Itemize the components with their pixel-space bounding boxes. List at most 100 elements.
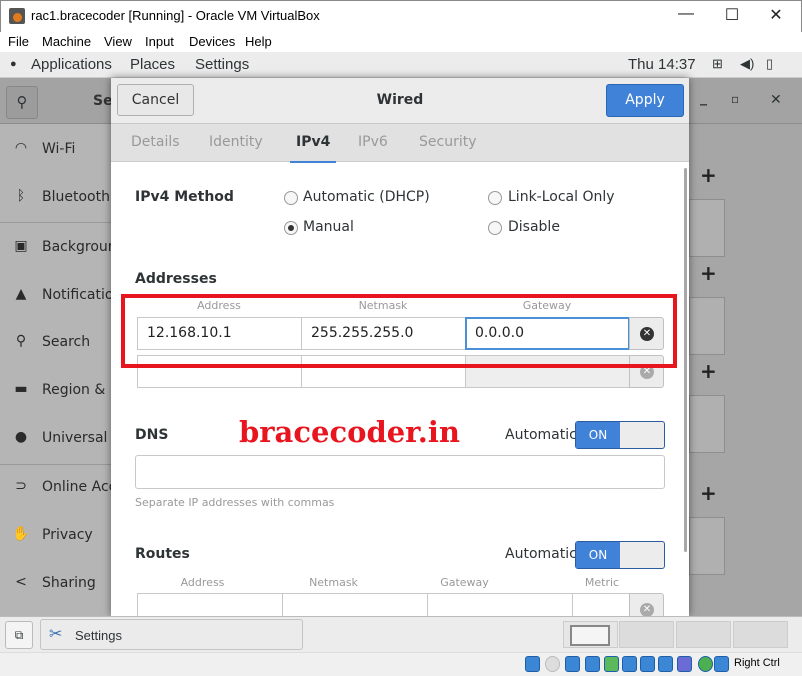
- places-menu[interactable]: Places: [130, 56, 175, 73]
- background-panel: [689, 395, 725, 453]
- show-desktop-button[interactable]: ⧉: [5, 621, 33, 649]
- menu-input[interactable]: Input: [145, 34, 174, 49]
- optical-drive-icon[interactable]: [545, 656, 560, 672]
- dns-hint: Separate IP addresses with commas: [135, 496, 335, 509]
- virtualization-icon[interactable]: [677, 656, 692, 672]
- background-panel: [689, 199, 725, 257]
- sidebar-item-sharing[interactable]: < Sharing: [0, 564, 111, 604]
- watermark: bracecoder.in: [239, 415, 460, 449]
- sidebar-item-notifications[interactable]: ▲Notifications: [0, 276, 111, 316]
- network-icon[interactable]: ⊞: [712, 56, 723, 72]
- display-icon[interactable]: [640, 656, 655, 672]
- network-adapter-icon[interactable]: [585, 656, 600, 672]
- sidebar-item-universal-access[interactable]: ●Universal Access: [0, 419, 111, 459]
- workspace-3[interactable]: [676, 621, 731, 648]
- accessibility-icon: ●: [14, 429, 28, 445]
- routes-automatic-toggle[interactable]: ON: [575, 541, 665, 569]
- background-panel: [689, 297, 725, 355]
- tab-identity[interactable]: Identity: [209, 134, 263, 150]
- workspace-4[interactable]: [733, 621, 788, 648]
- clock[interactable]: Thu 14:37: [628, 56, 696, 73]
- online-accounts-icon: ⊃: [15, 478, 27, 494]
- scrollbar[interactable]: [684, 168, 687, 552]
- settings-minimize-button[interactable]: _: [700, 90, 707, 106]
- background-icon: ▣: [14, 238, 28, 254]
- routes-heading: Routes: [135, 546, 190, 562]
- usb-icon[interactable]: [604, 656, 619, 672]
- radio-link-local[interactable]: [488, 191, 502, 205]
- taskbar: ⧉ ✂ Settings: [0, 616, 802, 652]
- add-icon[interactable]: +: [700, 359, 717, 383]
- shared-folders-icon[interactable]: [622, 656, 637, 672]
- add-icon[interactable]: +: [700, 261, 717, 285]
- background-panel: [689, 517, 725, 575]
- taskbar-settings-button[interactable]: ✂ Settings: [40, 619, 303, 650]
- maximize-button[interactable]: ☐: [717, 5, 747, 27]
- radio-manual-label[interactable]: Manual: [303, 219, 354, 235]
- workspace-1[interactable]: [563, 621, 618, 648]
- audio-icon[interactable]: [565, 656, 580, 672]
- dns-input[interactable]: [135, 455, 665, 489]
- window-titlebar: rac1.bracecoder [Running] - Oracle VM Vi…: [0, 0, 802, 32]
- settings-close-button[interactable]: ✕: [770, 92, 782, 108]
- host-key-label: Right Ctrl: [734, 657, 780, 669]
- routes-automatic-label: Automatic: [505, 546, 577, 562]
- radio-dhcp[interactable]: [284, 191, 298, 205]
- dns-heading: DNS: [135, 427, 169, 443]
- route-address-header: Address: [180, 576, 225, 589]
- sidebar-item-search[interactable]: ⚲ Search: [0, 323, 111, 363]
- menu-file[interactable]: File: [8, 34, 29, 49]
- tab-bar: Details Identity IPv4 IPv6 Security: [111, 124, 689, 163]
- sidebar-item-online-accounts[interactable]: ⊃Online Accounts: [0, 468, 111, 508]
- video-capture-icon[interactable]: [658, 656, 673, 672]
- addresses-heading: Addresses: [135, 271, 217, 287]
- applications-menu[interactable]: Applications: [31, 56, 112, 73]
- mouse-integration-icon[interactable]: [698, 656, 713, 672]
- radio-disable-label[interactable]: Disable: [508, 219, 560, 235]
- settings-restore-button[interactable]: ▫: [731, 92, 739, 106]
- settings-menu[interactable]: Settings: [195, 56, 249, 73]
- route-netmask-header: Netmask: [309, 576, 358, 589]
- apply-button[interactable]: Apply: [606, 84, 684, 117]
- sidebar-item-background[interactable]: ▣Background: [0, 228, 111, 268]
- radio-dhcp-label[interactable]: Automatic (DHCP): [303, 189, 430, 205]
- menu-view[interactable]: View: [104, 34, 132, 49]
- menu-devices[interactable]: Devices: [189, 34, 235, 49]
- dns-automatic-toggle[interactable]: ON: [575, 421, 665, 449]
- sidebar-item-region[interactable]: ▬Region & Language: [0, 371, 111, 411]
- settings-sidebar: ◠Wi-Fi ᛒBluetooth ▣Background ▲Notificat…: [0, 124, 111, 616]
- keyboard-capture-icon[interactable]: [714, 656, 729, 672]
- sidebar-item-bluetooth[interactable]: ᛒ Bluetooth: [0, 178, 111, 218]
- hard-disk-icon[interactable]: [525, 656, 540, 672]
- volume-icon[interactable]: ◀): [740, 56, 754, 72]
- ipv4-method-label: IPv4 Method: [135, 189, 234, 205]
- tab-details[interactable]: Details: [131, 134, 180, 150]
- radio-link-local-label[interactable]: Link-Local Only: [508, 189, 615, 205]
- virtualbox-icon: [9, 8, 25, 24]
- route-gateway-header: Gateway: [440, 576, 489, 589]
- share-icon: <: [15, 574, 27, 590]
- menu-machine[interactable]: Machine: [42, 34, 91, 49]
- radio-disable[interactable]: [488, 221, 502, 235]
- wifi-icon: ◠: [14, 140, 28, 156]
- sidebar-item-wifi[interactable]: ◠ Wi-Fi: [0, 130, 111, 170]
- tab-ipv4[interactable]: IPv4: [289, 134, 337, 163]
- tab-security[interactable]: Security: [419, 134, 477, 150]
- search-button[interactable]: ⚲: [6, 86, 38, 119]
- add-icon[interactable]: +: [700, 481, 717, 505]
- radio-manual[interactable]: [284, 221, 298, 235]
- sidebar-item-privacy[interactable]: ✋ Privacy: [0, 516, 111, 556]
- close-icon: ✕: [640, 603, 654, 617]
- menu-bar: File Machine View Input Devices Help: [0, 32, 802, 52]
- workspace-2[interactable]: [619, 621, 674, 648]
- menu-help[interactable]: Help: [245, 34, 272, 49]
- tab-ipv6[interactable]: IPv6: [358, 134, 388, 150]
- sidebar-divider: [0, 222, 111, 223]
- bluetooth-icon: ᛒ: [16, 188, 26, 204]
- add-icon[interactable]: +: [700, 163, 717, 187]
- minimize-button[interactable]: —: [671, 5, 701, 27]
- battery-icon[interactable]: ▯: [766, 56, 773, 72]
- dialog-title: Wired: [376, 92, 424, 108]
- gnome-top-bar: ● Applications Places Settings Thu 14:37…: [0, 52, 802, 78]
- close-button[interactable]: ✕: [761, 5, 791, 27]
